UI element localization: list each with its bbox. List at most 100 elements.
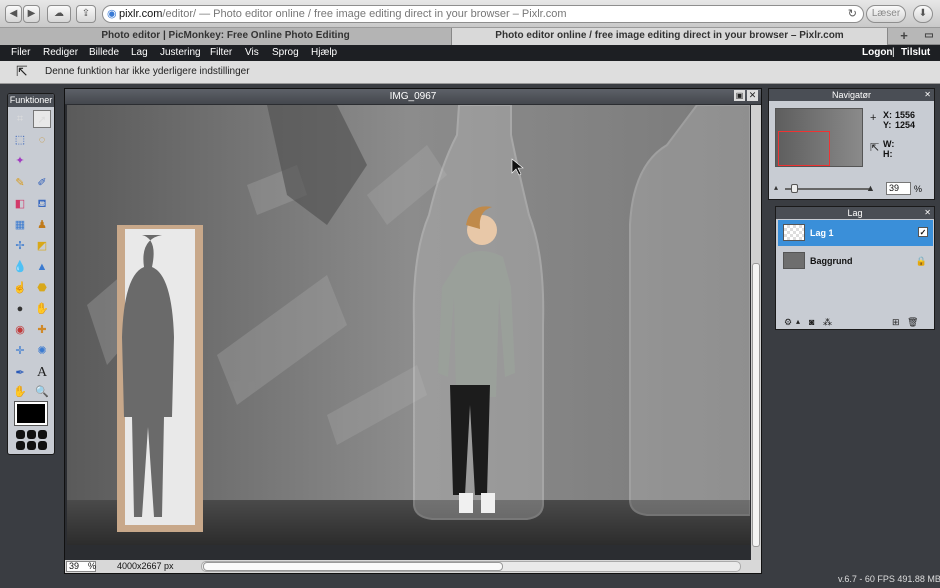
panel-close-icon[interactable]: ✕ [924, 208, 931, 217]
navigator-panel: Navigatør ✕ + X: 1556 Y: 1254 ⇱ W: H: ▴ … [768, 88, 935, 200]
horizontal-scrollbar[interactable] [201, 561, 741, 572]
vertical-scrollbar[interactable] [751, 105, 761, 560]
color-picker-icon[interactable]: ✒ [11, 364, 29, 382]
menu-view[interactable]: Vis [245, 45, 259, 60]
zoom-in-icon[interactable]: ▲ [866, 183, 875, 193]
lock-icon: 🔒 [915, 256, 927, 266]
version-info: v.6.7 - 60 FPS 491.88 MB [838, 574, 940, 584]
smudge-icon[interactable]: ☝ [11, 279, 29, 297]
tab-strip: Photo editor | PicMonkey: Free Online Ph… [0, 28, 940, 45]
paint-bucket-icon[interactable]: ⛾ [33, 195, 51, 213]
sponge-icon[interactable]: ⬣ [33, 279, 51, 297]
panel-close-icon[interactable]: ✕ [924, 90, 931, 99]
zoom-tool-icon[interactable]: 🔍 [33, 383, 51, 401]
menu-image[interactable]: Billede [89, 45, 119, 60]
hand-tool-icon[interactable]: ✋ [11, 383, 29, 401]
spot-heal-icon[interactable]: ✚ [33, 321, 51, 339]
type-tool-icon[interactable]: A [33, 364, 51, 382]
layer-style-icon[interactable]: ⁂ [823, 317, 832, 328]
blur-icon[interactable]: 💧 [11, 258, 29, 276]
url-rest: /editor/ — Photo editor online / free im… [162, 8, 567, 20]
url-input[interactable]: ◉ pixlr.com/editor/ — Photo editor onlin… [102, 5, 864, 23]
canvas-window: IMG_0967 ▣ ✕ 39 % 4000x2667 px [64, 88, 762, 574]
url-host: pixlr.com [119, 8, 163, 20]
navigator-zoom-input[interactable]: 39 [886, 182, 911, 195]
new-tab-icon[interactable]: + [893, 28, 915, 45]
close-icon[interactable]: ✕ [747, 90, 758, 101]
lasso-tool-icon[interactable]: ◌ [33, 131, 51, 149]
logon-link[interactable]: Logon [862, 45, 893, 60]
layer-name: Baggrund [810, 256, 853, 266]
layer-name: Lag 1 [810, 228, 834, 238]
new-layer-icon[interactable]: ⊞ [892, 317, 900, 328]
reader-button[interactable]: Læser [866, 5, 906, 23]
forward-icon[interactable]: ▶ [23, 5, 40, 23]
layers-title: Lag [776, 207, 934, 219]
menu-adjustment[interactable]: Justering [160, 45, 201, 60]
menu-layer[interactable]: Lag [131, 45, 148, 60]
menu-help[interactable]: Hjælp [311, 45, 337, 60]
tab-pixlr[interactable]: Photo editor online / free image editing… [452, 28, 888, 45]
back-icon[interactable]: ◀ [5, 5, 22, 23]
h-label: H: [883, 149, 893, 159]
y-label: Y: [883, 120, 892, 130]
pencil-icon[interactable]: ✎ [11, 174, 29, 192]
eraser-icon[interactable]: ◧ [11, 195, 29, 213]
cloud-icon[interactable]: ☁ [47, 5, 71, 23]
bloat-icon[interactable]: ✛ [11, 342, 29, 360]
w-label: W: [883, 139, 895, 149]
delete-layer-icon[interactable]: 🗑 [907, 317, 918, 328]
tab-picmonkey[interactable]: Photo editor | PicMonkey: Free Online Ph… [0, 28, 452, 45]
menu-separator: | [892, 47, 895, 58]
sharpen-icon[interactable]: ▲ [33, 258, 51, 276]
crop-tool-icon[interactable]: ⌗ [11, 110, 29, 128]
move-tool-icon[interactable]: ➚ [33, 110, 51, 128]
layers-panel: Lag ✕ Lag 1 ✓ Baggrund 🔒 ⚙ ▴ ◙ ⁂ ⊞ 🗑 [775, 206, 935, 330]
toolbox: Funktioner ⌗ ➚ ⬚ ◌ ✦ ✎ ✐ ◧ ⛾ ▦ ♟ ✢ ◩ 💧 ▲… [7, 93, 55, 455]
color-swatch[interactable] [14, 401, 48, 426]
drawing-icon[interactable]: ◩ [33, 237, 51, 255]
zoom-slider-handle[interactable] [791, 184, 798, 193]
red-eye-icon[interactable]: ◉ [11, 321, 29, 339]
layer-row-lag1[interactable]: Lag 1 ✓ [778, 220, 933, 246]
swatch-grid-icon[interactable] [15, 429, 48, 451]
pinch-icon[interactable]: ✺ [33, 342, 51, 360]
layer-properties-icon[interactable]: ⚙ [784, 317, 792, 328]
y-value: 1254 [895, 120, 916, 130]
navigator-preview[interactable] [775, 108, 863, 167]
layer-visibility-checkbox[interactable]: ✓ [918, 227, 928, 237]
vertical-scroll-thumb[interactable] [752, 263, 760, 547]
layer-row-baggrund[interactable]: Baggrund 🔒 [778, 248, 933, 274]
move-tool-icon: ⇱ [16, 63, 28, 79]
photo-image [67, 105, 750, 545]
zoom-unit: % [88, 561, 97, 571]
zoom-out-icon[interactable]: ▴ [774, 183, 778, 192]
menu-file[interactable]: Filer [11, 45, 30, 60]
globe-icon: ◉ [107, 8, 117, 20]
clone-stamp-icon[interactable]: ♟ [33, 216, 51, 234]
image-canvas[interactable] [67, 105, 750, 545]
tab-overview-icon[interactable]: ▭ [920, 28, 938, 45]
magic-wand-icon[interactable]: ✦ [11, 152, 29, 170]
menu-filter[interactable]: Filter [210, 45, 232, 60]
color-replace-icon[interactable]: ✢ [11, 237, 29, 255]
share-icon[interactable]: ⇪ [76, 5, 96, 23]
menu-edit[interactable]: Rediger [43, 45, 78, 60]
zoom-slider[interactable] [785, 184, 869, 193]
options-bar: ⇱ Denne funktion har ikke yderligere ind… [0, 61, 940, 84]
reload-icon[interactable]: ↻ [848, 6, 857, 22]
gradient-icon[interactable]: ▦ [11, 216, 29, 234]
layer-settings-icon[interactable]: ▴ [796, 317, 800, 326]
dodge-icon[interactable]: ● [11, 300, 29, 318]
layer-mask-icon[interactable]: ◙ [809, 317, 814, 327]
download-icon[interactable]: ⬇ [913, 5, 933, 23]
options-message: Denne funktion har ikke yderligere indst… [45, 66, 250, 77]
marquee-tool-icon[interactable]: ⬚ [11, 131, 29, 149]
horizontal-scroll-thumb[interactable] [203, 562, 503, 571]
maximize-icon[interactable]: ▣ [734, 90, 745, 101]
burn-icon[interactable]: ✋ [33, 300, 51, 318]
brush-icon[interactable]: ✐ [33, 174, 51, 192]
logout-link[interactable]: Tilslut [901, 45, 930, 60]
navigator-viewport-frame[interactable] [778, 131, 830, 166]
menu-language[interactable]: Sprog [272, 45, 299, 60]
